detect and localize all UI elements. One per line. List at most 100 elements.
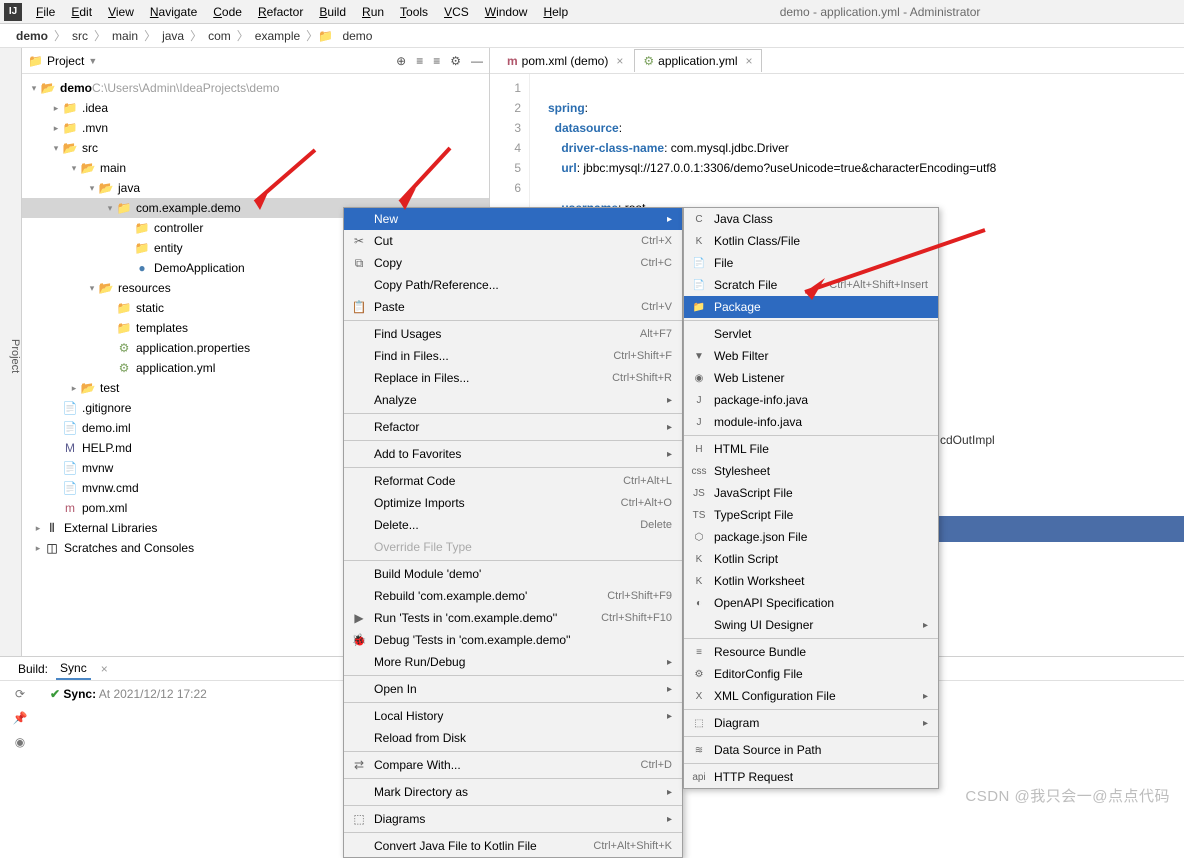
crumb-example[interactable]: example [249, 29, 306, 43]
build-tab-label: Build: [18, 662, 48, 676]
eye-icon[interactable]: ◉ [15, 735, 25, 749]
tree-item--mvn[interactable]: ▸📁.mvn [22, 118, 489, 138]
menu-item-find-in-files---[interactable]: Find in Files...Ctrl+Shift+F [344, 345, 682, 367]
menu-item-reformat-code[interactable]: Reformat CodeCtrl+Alt+L [344, 470, 682, 492]
menu-item-mark-directory-as[interactable]: Mark Directory as▸ [344, 781, 682, 803]
menu-item-copy-path-reference---[interactable]: Copy Path/Reference... [344, 274, 682, 296]
crumb-demo[interactable]: demo [336, 29, 378, 43]
panel-toolbar: ⊕ ≡ ≡ ⚙ — [396, 54, 483, 68]
tab-application-yml[interactable]: ⚙application.yml× [634, 49, 761, 72]
submenu-item-openapi-specification[interactable]: ◐OpenAPI Specification [684, 592, 938, 614]
menu-item-reload-from-disk[interactable]: Reload from Disk [344, 727, 682, 749]
menu-item-delete---[interactable]: Delete...Delete [344, 514, 682, 536]
sync-tab[interactable]: Sync [56, 658, 91, 680]
menu-file[interactable]: File [28, 2, 63, 22]
crumb-src[interactable]: src [66, 29, 94, 43]
menu-item-more-run-debug[interactable]: More Run/Debug▸ [344, 651, 682, 673]
menu-item-analyze[interactable]: Analyze▸ [344, 389, 682, 411]
submenu-item-kotlin-class-file[interactable]: KKotlin Class/File [684, 230, 938, 252]
submenu-item-java-class[interactable]: CJava Class [684, 208, 938, 230]
submenu-item-xml-configuration-file[interactable]: XXML Configuration File▸ [684, 685, 938, 707]
menu-item-convert-java-file-to-kotlin-file[interactable]: Convert Java File to Kotlin FileCtrl+Alt… [344, 835, 682, 857]
menu-vcs[interactable]: VCS [436, 2, 477, 22]
menu-item-cut[interactable]: ✂CutCtrl+X [344, 230, 682, 252]
menu-item-optimize-imports[interactable]: Optimize ImportsCtrl+Alt+O [344, 492, 682, 514]
tree-item-src[interactable]: ▾📂src [22, 138, 489, 158]
menu-refactor[interactable]: Refactor [250, 2, 311, 22]
tree-item-main[interactable]: ▾📂main [22, 158, 489, 178]
menu-window[interactable]: Window [477, 2, 536, 22]
submenu-item-kotlin-script[interactable]: KKotlin Script [684, 548, 938, 570]
menu-run[interactable]: Run [354, 2, 392, 22]
close-icon[interactable]: × [101, 662, 108, 676]
menu-item-paste[interactable]: 📋PasteCtrl+V [344, 296, 682, 318]
submenu-item-package-info-java[interactable]: Jpackage-info.java [684, 389, 938, 411]
refresh-icon[interactable]: ⟳ [15, 687, 25, 701]
menu-item-debug--tests-in--com-example-demo--[interactable]: 🐞Debug 'Tests in 'com.example.demo'' [344, 629, 682, 651]
watermark: CSDN @我只会一@点点代码 [965, 785, 1170, 806]
crumb-main[interactable]: main [106, 29, 144, 43]
pin-icon[interactable]: 📌 [13, 711, 28, 725]
submenu-item-resource-bundle[interactable]: ≡Resource Bundle [684, 641, 938, 663]
submenu-item-kotlin-worksheet[interactable]: KKotlin Worksheet [684, 570, 938, 592]
menu-edit[interactable]: Edit [63, 2, 100, 22]
crumb-java[interactable]: java [156, 29, 190, 43]
submenu-item-module-info-java[interactable]: Jmodule-info.java [684, 411, 938, 433]
menu-item-rebuild--com-example-demo-[interactable]: Rebuild 'com.example.demo'Ctrl+Shift+F9 [344, 585, 682, 607]
submenu-item-package[interactable]: 📁Package [684, 296, 938, 318]
menu-item-diagrams[interactable]: ⬚Diagrams▸ [344, 808, 682, 830]
menu-item-compare-with---[interactable]: ⇄Compare With...Ctrl+D [344, 754, 682, 776]
submenu-item-http-request[interactable]: apiHTTP Request [684, 766, 938, 788]
menu-item-build-module--demo-[interactable]: Build Module 'demo' [344, 563, 682, 585]
submenu-item-package-json-file[interactable]: ⬡package.json File [684, 526, 938, 548]
panel-header: 📁 Project ▼ ⊕ ≡ ≡ ⚙ — [22, 48, 489, 74]
tab-pom-xml--demo-[interactable]: mpom.xml (demo)× [498, 49, 632, 72]
crumb-demo[interactable]: demo [10, 29, 54, 43]
sidebar-project-tab[interactable]: Project [0, 48, 22, 656]
menu-navigate[interactable]: Navigate [142, 2, 205, 22]
new-submenu[interactable]: CJava ClassKKotlin Class/File📄File📄Scrat… [683, 207, 939, 789]
editor-tabs: mpom.xml (demo)×⚙application.yml× [490, 48, 1184, 74]
chevron-down-icon[interactable]: ▼ [88, 56, 97, 66]
submenu-item-file[interactable]: 📄File [684, 252, 938, 274]
context-menu[interactable]: New▸✂CutCtrl+X⧉CopyCtrl+CCopy Path/Refer… [343, 207, 683, 858]
collapse-icon[interactable]: ≡ [433, 54, 440, 68]
submenu-item-editorconfig-file[interactable]: ⚙EditorConfig File [684, 663, 938, 685]
submenu-item-typescript-file[interactable]: TSTypeScript File [684, 504, 938, 526]
menu-help[interactable]: Help [535, 2, 576, 22]
submenu-item-javascript-file[interactable]: JSJavaScript File [684, 482, 938, 504]
tree-root[interactable]: ▾📂demo C:\Users\Admin\IdeaProjects\demo [22, 78, 489, 98]
menu-build[interactable]: Build [311, 2, 354, 22]
crumb-com[interactable]: com [202, 29, 237, 43]
close-icon[interactable]: × [616, 54, 623, 68]
expand-icon[interactable]: ≡ [416, 54, 423, 68]
submenu-item-web-listener[interactable]: ◉Web Listener [684, 367, 938, 389]
menu-item-open-in[interactable]: Open In▸ [344, 678, 682, 700]
submenu-item-swing-ui-designer[interactable]: Swing UI Designer▸ [684, 614, 938, 636]
submenu-item-data-source-in-path[interactable]: ≋Data Source in Path [684, 739, 938, 761]
submenu-item-html-file[interactable]: HHTML File [684, 438, 938, 460]
menu-item-refactor[interactable]: Refactor▸ [344, 416, 682, 438]
settings-icon[interactable]: ⚙ [450, 54, 461, 68]
menu-item-add-to-favorites[interactable]: Add to Favorites▸ [344, 443, 682, 465]
menu-item-new[interactable]: New▸ [344, 208, 682, 230]
menu-item-copy[interactable]: ⧉CopyCtrl+C [344, 252, 682, 274]
menubar: IJ FileEditViewNavigateCodeRefactorBuild… [0, 0, 1184, 24]
close-icon[interactable]: × [746, 54, 753, 68]
menu-item-replace-in-files---[interactable]: Replace in Files...Ctrl+Shift+R [344, 367, 682, 389]
menu-tools[interactable]: Tools [392, 2, 436, 22]
submenu-item-web-filter[interactable]: ▼Web Filter [684, 345, 938, 367]
submenu-item-scratch-file[interactable]: 📄Scratch FileCtrl+Alt+Shift+Insert [684, 274, 938, 296]
tree-item-java[interactable]: ▾📂java [22, 178, 489, 198]
tree-item--idea[interactable]: ▸📁.idea [22, 98, 489, 118]
menu-code[interactable]: Code [205, 2, 250, 22]
submenu-item-servlet[interactable]: Servlet [684, 323, 938, 345]
menu-item-run--tests-in--com-example-demo--[interactable]: ▶Run 'Tests in 'com.example.demo''Ctrl+S… [344, 607, 682, 629]
submenu-item-stylesheet[interactable]: cssStylesheet [684, 460, 938, 482]
menu-item-local-history[interactable]: Local History▸ [344, 705, 682, 727]
target-icon[interactable]: ⊕ [396, 54, 406, 68]
hide-icon[interactable]: — [471, 54, 483, 68]
menu-view[interactable]: View [100, 2, 142, 22]
menu-item-find-usages[interactable]: Find UsagesAlt+F7 [344, 323, 682, 345]
submenu-item-diagram[interactable]: ⬚Diagram▸ [684, 712, 938, 734]
